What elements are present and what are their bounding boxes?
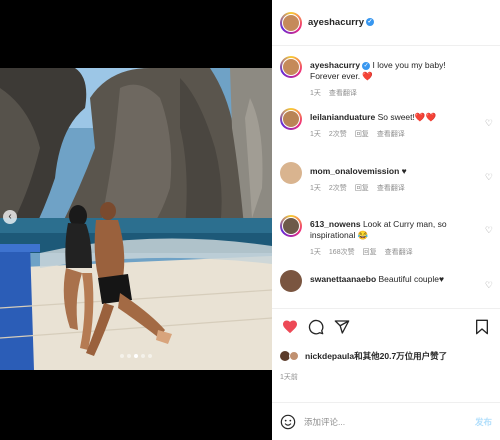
like-comment-heart-icon[interactable]: ♡ (485, 172, 493, 183)
comment-text: ayeshacurry ✓ I love you my baby! Forever… (310, 60, 476, 82)
like-button[interactable] (280, 317, 300, 337)
carousel-dot (148, 354, 152, 358)
share-icon (334, 319, 350, 334)
reply-link[interactable]: 回复 (355, 129, 369, 139)
comment-text: 613_nowens Look at Curry man, so inspira… (310, 219, 476, 241)
comment-username[interactable]: leilanianduature (310, 112, 375, 122)
carousel-dot (127, 354, 131, 358)
avatar[interactable] (280, 56, 302, 78)
post-date: 1天前 (280, 374, 298, 381)
avatar[interactable] (280, 215, 302, 237)
avatar[interactable] (280, 270, 302, 292)
comment-username[interactable]: mom_onalovemission (310, 166, 399, 176)
comment-time: 1天 (310, 249, 321, 256)
comment-item: mom_onalovemission ♥ 1天 2次赞 回复 查看翻译 ♡ (272, 162, 500, 193)
comment-meta: 1天 2次赞 回复 查看翻译 (310, 183, 476, 193)
liker-avatar (289, 351, 299, 361)
comment-body: So sweet!❤️❤️ (377, 112, 437, 122)
comment-icon (308, 319, 324, 334)
comment-username[interactable]: 613_nowens (310, 219, 361, 229)
comment-body: Beautiful couple♥ (378, 274, 445, 284)
comment-text: mom_onalovemission ♥ (310, 166, 476, 177)
avatar[interactable] (280, 11, 302, 34)
chevron-left-icon: ‹ (8, 211, 12, 222)
reply-link[interactable]: 回复 (363, 247, 377, 257)
bookmark-icon (475, 319, 488, 334)
post-actions-bar (272, 308, 500, 344)
see-translation-link[interactable]: 查看翻译 (377, 129, 405, 139)
comment-item: leilanianduature So sweet!❤️❤️ 1天 2次赞 回复… (272, 108, 500, 139)
comment-username[interactable]: ayeshacurry (310, 60, 360, 70)
likes-text: nickdepaula和其他20.7万位用户赞了 (305, 351, 448, 361)
comment-meta: 1天 查看翻译 (310, 88, 476, 98)
comment-time: 1天 (310, 185, 321, 192)
post-media: ‹ (0, 0, 272, 440)
carousel-dot (141, 354, 145, 358)
comment-meta: 1天 2次赞 回复 查看翻译 (310, 129, 476, 139)
like-comment-heart-icon[interactable]: ♡ (485, 280, 493, 291)
see-translation-link[interactable]: 查看翻译 (385, 247, 413, 257)
comment-meta: 1天 168次赞 回复 查看翻译 (310, 247, 476, 257)
comment-text: leilanianduature So sweet!❤️❤️ (310, 112, 476, 123)
like-comment-heart-icon[interactable]: ♡ (485, 118, 493, 129)
comment-likes[interactable]: 168次赞 (329, 247, 355, 257)
comment-time: 1天 (310, 90, 321, 97)
comment-username[interactable]: swanettaanaebo (310, 274, 376, 284)
heart-filled-icon (283, 320, 297, 334)
share-button[interactable] (332, 317, 352, 337)
carousel-dot (134, 354, 138, 358)
comment-button[interactable] (306, 317, 326, 337)
avatar[interactable] (280, 108, 302, 130)
comment-item: swanettaanaebo Beautiful couple♥ ♡ (272, 270, 500, 292)
save-button[interactable] (472, 317, 492, 337)
see-translation-link[interactable]: 查看翻译 (377, 183, 405, 193)
add-comment-bar: 发布 (272, 402, 500, 440)
author-username-text: ayeshacurry (308, 17, 364, 28)
comment-body: ♥ (401, 166, 407, 176)
comment-likes[interactable]: 2次赞 (329, 129, 347, 139)
avatar[interactable] (280, 162, 302, 184)
like-comment-heart-icon[interactable]: ♡ (485, 225, 493, 236)
emoji-icon[interactable] (280, 414, 296, 430)
previous-slide-button[interactable]: ‹ (3, 210, 17, 224)
comment-item: 613_nowens Look at Curry man, so inspira… (272, 215, 500, 257)
post-header: ayeshacurry ✓ (272, 0, 500, 46)
comment-likes[interactable]: 2次赞 (329, 183, 347, 193)
comment-input[interactable] (304, 416, 467, 427)
author-username[interactable]: ayeshacurry ✓ (308, 17, 374, 28)
comment-text: swanettaanaebo Beautiful couple♥ (310, 274, 476, 285)
verified-badge-icon: ✓ (362, 61, 371, 70)
carousel-indicator (120, 354, 152, 358)
post-comment-button[interactable]: 发布 (475, 416, 492, 428)
post-photo[interactable] (0, 68, 272, 370)
comment-time: 1天 (310, 131, 321, 138)
carousel-dot (120, 354, 124, 358)
post-panel: ayeshacurry ✓ ayeshacurry ✓ I love you my … (272, 0, 500, 440)
verified-badge-icon: ✓ (365, 18, 374, 27)
likes-summary[interactable]: nickdepaula和其他20.7万位用户赞了 (280, 350, 447, 362)
see-translation-link[interactable]: 查看翻译 (329, 88, 357, 98)
comment-item: ayeshacurry ✓ I love you my baby! Forever… (272, 56, 500, 98)
reply-link[interactable]: 回复 (355, 183, 369, 193)
